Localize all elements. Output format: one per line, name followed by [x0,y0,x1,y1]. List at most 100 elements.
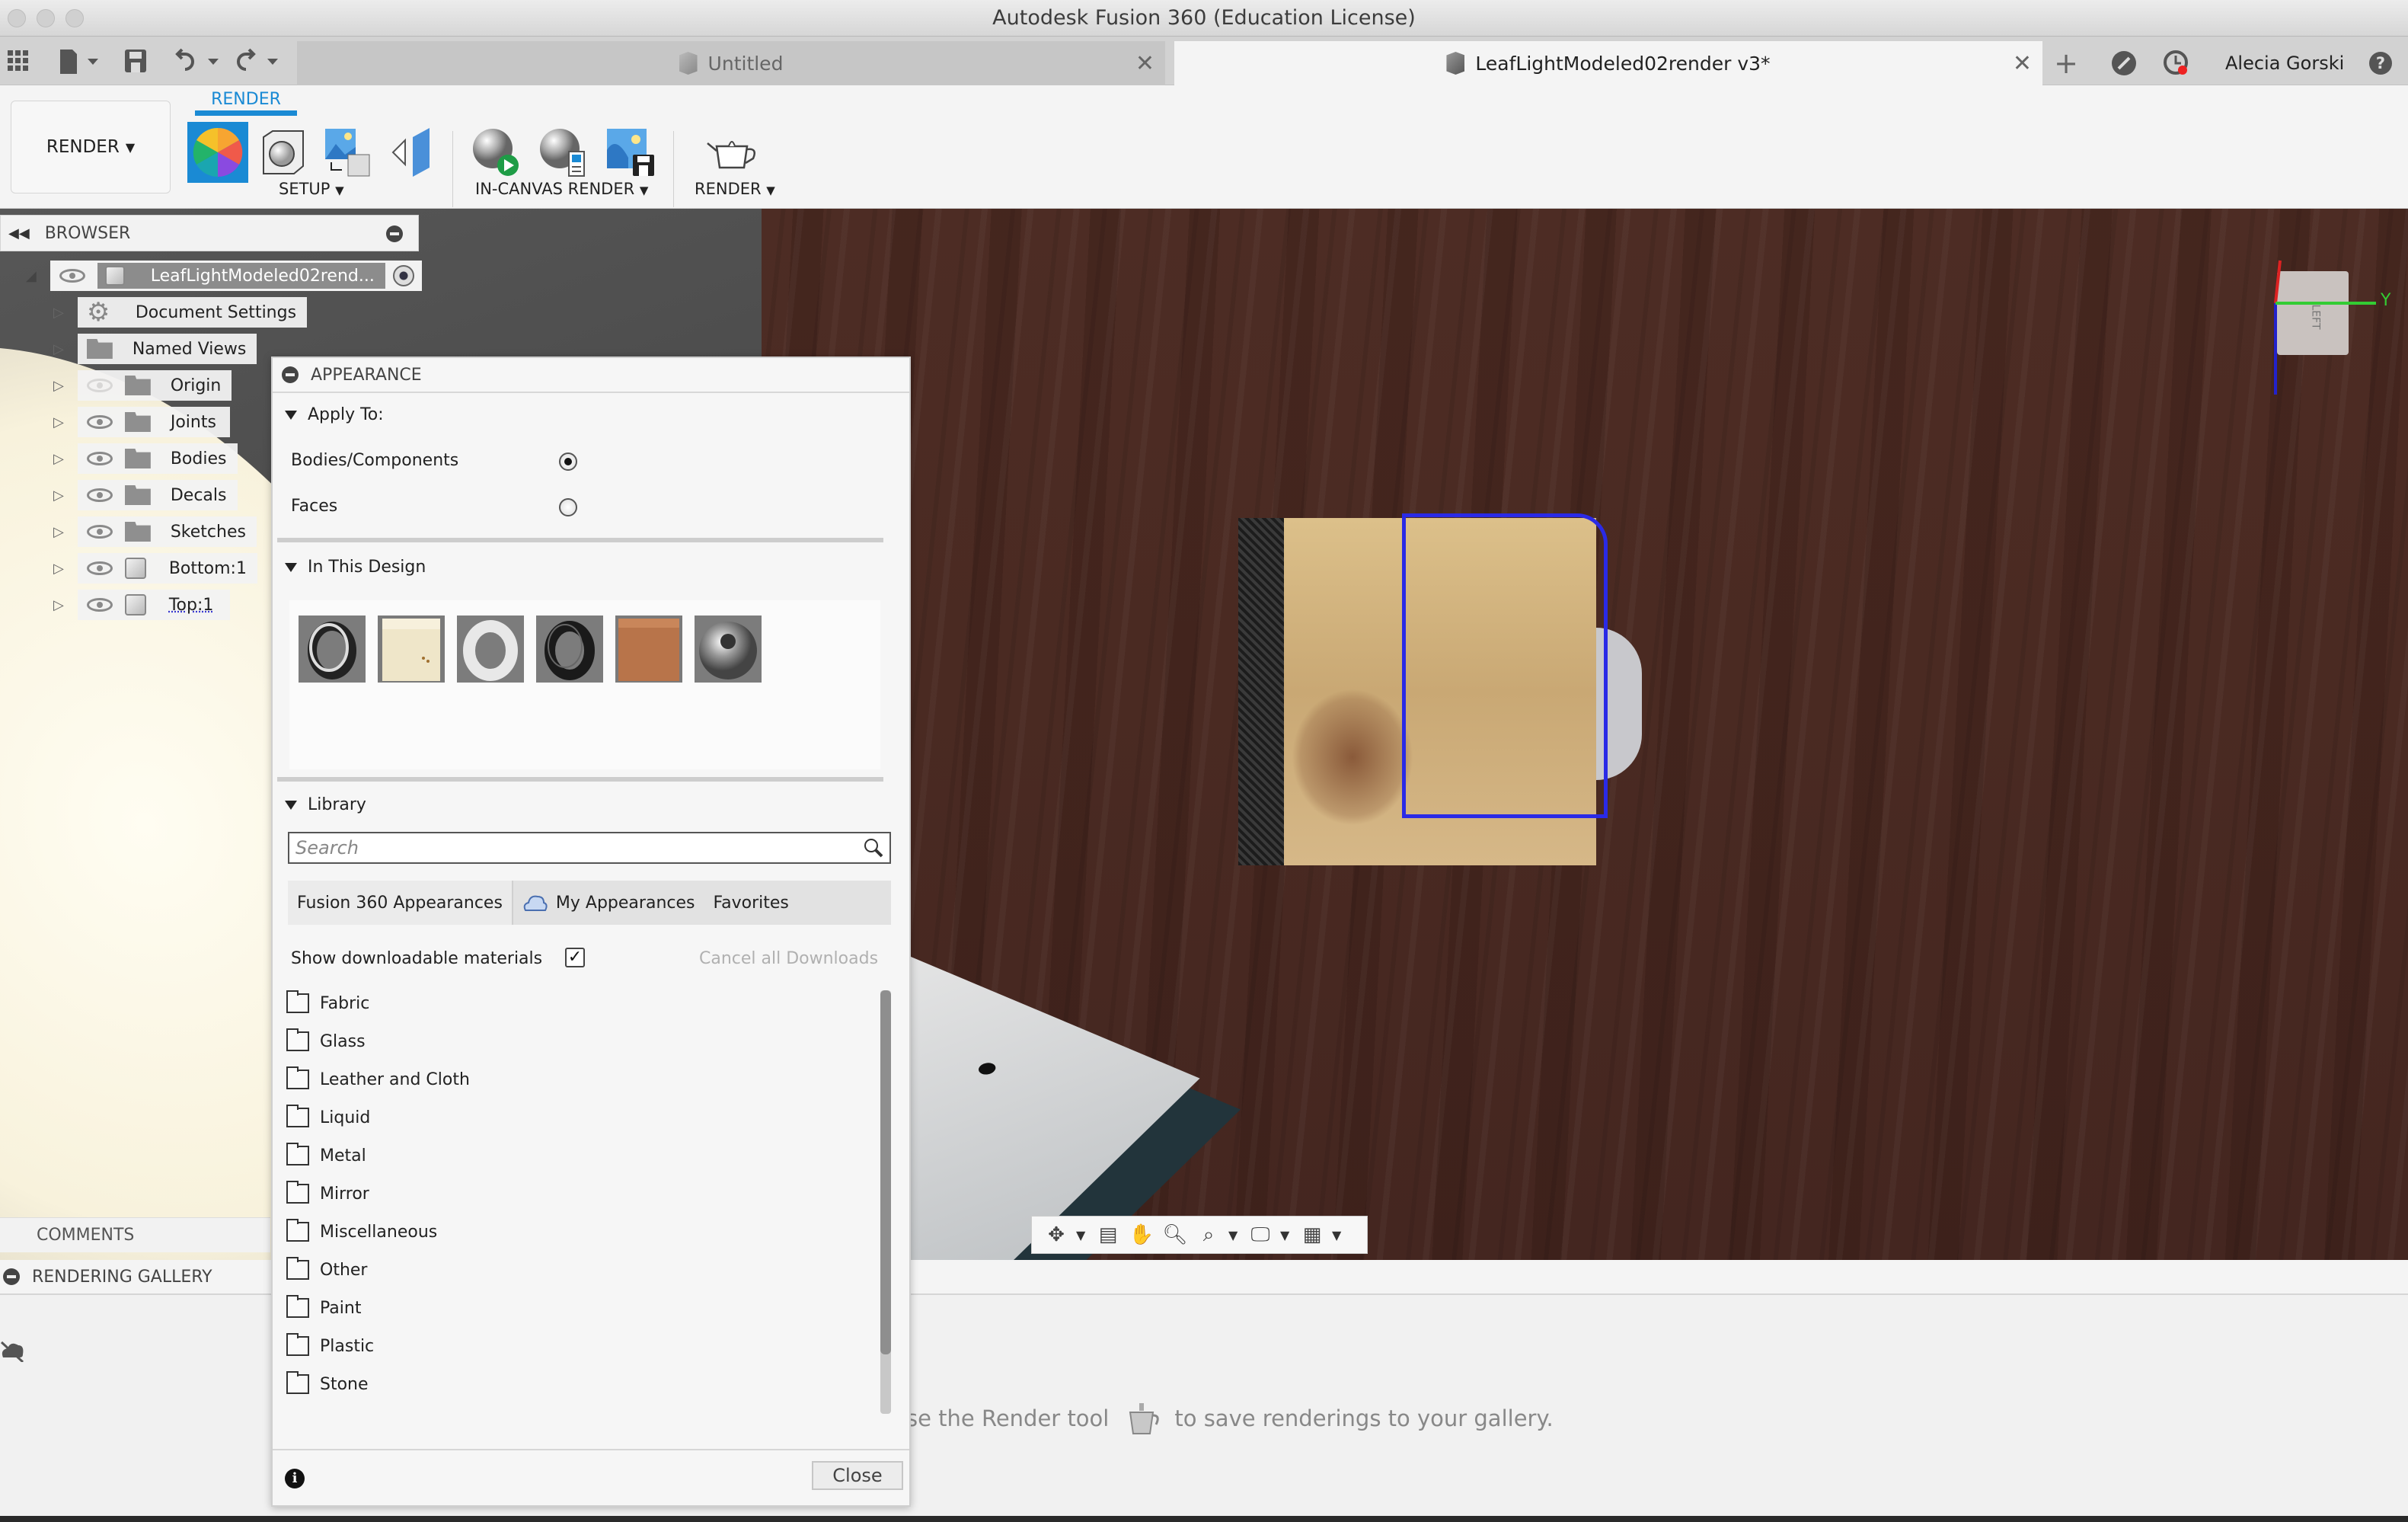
visibility-eye-icon[interactable] [86,379,113,392]
category-other[interactable]: Other [286,1251,862,1289]
new-tab-button[interactable]: + [2049,41,2084,85]
chevron-down-icon[interactable]: ▼ [1076,1228,1088,1242]
cancel-all-downloads-link[interactable]: Cancel all Downloads [699,949,878,968]
browser-item-named-views[interactable]: ▷ Named Views [53,334,257,364]
redo-button[interactable] [232,47,285,75]
in-canvas-render-button[interactable] [466,122,527,183]
job-status-icon[interactable] [2111,41,2137,85]
grid-settings-icon[interactable]: ▦ [1298,1221,1326,1249]
swatch-white-torus[interactable] [457,616,524,683]
decal-button[interactable] [381,122,442,183]
render-group-menu[interactable]: RENDER ▼ [695,180,775,198]
swatch-oak-wood[interactable] [615,616,682,683]
faces-radio[interactable] [559,498,577,516]
undo-button[interactable] [172,47,225,75]
leaf-light-model[interactable] [1238,513,1642,871]
file-menu-button[interactable] [53,47,107,75]
comments-panel-header[interactable]: COMMENTS [0,1217,270,1252]
close-tab-icon[interactable]: ✕ [2013,50,2032,77]
search-icon[interactable] [864,838,883,858]
expand-triangle-icon[interactable]: ▷ [53,561,64,577]
category-fabric[interactable]: Fabric [286,984,862,1022]
save-icon[interactable] [120,47,151,75]
browser-item-bottom-1[interactable]: ▷ Bottom:1 [53,553,257,584]
show-downloadable-checkbox[interactable]: ✓ [565,948,585,967]
orbit-icon[interactable]: ✥ [1043,1221,1070,1249]
expand-triangle-icon[interactable]: ▷ [53,305,64,321]
tab-my-appearances[interactable]: My Appearances [513,881,704,925]
visibility-eye-icon[interactable] [86,525,113,539]
collapse-triangle-icon[interactable]: ◢ [26,268,37,284]
appearance-button[interactable] [187,122,248,183]
help-icon[interactable]: ? [2368,41,2393,85]
visibility-eye-icon[interactable] [86,452,113,465]
expand-triangle-icon[interactable]: ▷ [53,488,64,504]
appearance-dialog-header[interactable]: APPEARANCE [273,358,909,393]
expand-triangle-icon[interactable]: ▷ [53,451,64,467]
browser-item-decals[interactable]: ▷ Decals [53,480,238,510]
browser-item-joints[interactable]: ▷ Joints [53,407,230,437]
fit-window-icon[interactable]: ⌕ [1195,1221,1222,1249]
chevron-down-icon[interactable]: ▼ [1228,1228,1241,1242]
scene-settings-button[interactable] [253,122,314,183]
category-miscellaneous[interactable]: Miscellaneous [286,1213,862,1251]
scrollbar-thumb[interactable] [880,990,891,1354]
visibility-eye-icon[interactable] [86,598,113,612]
tab-render[interactable]: RENDER [195,90,297,116]
tab-untitled[interactable]: Untitled ✕ [297,41,1165,85]
zoom-icon[interactable]: 🔍︎ [1161,1221,1189,1249]
visibility-eye-icon[interactable] [86,561,113,575]
category-mirror[interactable]: Mirror [286,1175,862,1213]
swatch-black-torus[interactable] [536,616,603,683]
swatch-light-wood[interactable] [378,616,445,683]
category-paint[interactable]: Paint [286,1289,862,1327]
in-this-design-section-toggle[interactable]: In This Design [285,558,426,577]
browser-root-node[interactable]: ◢ LeafLightModeled02rend... [26,261,422,291]
visibility-eye-icon[interactable] [86,488,113,502]
expand-triangle-icon[interactable]: ▷ [53,378,64,394]
browser-item-origin[interactable]: ▷ Origin [53,370,232,401]
swatch-chrome-sphere[interactable] [695,616,762,683]
expand-triangle-icon[interactable]: ▷ [53,597,64,613]
close-tab-icon[interactable]: ✕ [1135,50,1154,77]
browser-item-document-settings[interactable]: ▷ ⚙ Document Settings [53,297,308,328]
category-list-scrollbar[interactable] [880,990,891,1414]
browser-item-sketches[interactable]: ▷ Sketches [53,516,257,547]
pan-hand-icon[interactable]: ✋ [1128,1221,1155,1249]
activate-component-radio[interactable] [392,265,414,286]
expand-triangle-icon[interactable]: ▷ [53,524,64,540]
collapse-panel-icon[interactable]: ◀◀ [8,225,30,241]
expand-triangle-icon[interactable]: ▷ [53,414,64,430]
expand-triangle-icon[interactable]: ▷ [53,341,64,357]
browser-item-top-1[interactable]: ▷ Top:1 [53,590,230,620]
tab-leaflight[interactable]: LeafLightModeled02render v3* ✕ [1174,41,2042,85]
notifications-clock-icon[interactable] [2163,41,2190,85]
library-section-toggle[interactable]: Library [285,795,366,814]
category-leather-and-cloth[interactable]: Leather and Cloth [286,1060,862,1098]
category-liquid[interactable]: Liquid [286,1098,862,1137]
chevron-down-icon[interactable]: ▼ [1332,1228,1344,1242]
category-glass[interactable]: Glass [286,1022,862,1060]
visibility-eye-icon[interactable] [59,269,85,283]
user-account-menu[interactable]: Alecia Gorski [2225,41,2344,85]
apply-to-section-toggle[interactable]: Apply To: [285,405,384,424]
texture-map-controls-button[interactable] [317,122,378,183]
tab-favorites[interactable]: Favorites [704,881,797,925]
category-metal[interactable]: Metal [286,1137,862,1175]
selected-body-outline[interactable] [1402,513,1608,818]
in-canvas-render-group-menu[interactable]: IN-CANVAS RENDER ▼ [475,180,648,198]
look-at-icon[interactable]: ▤ [1094,1221,1122,1249]
view-cube[interactable]: LEFT Y [2274,257,2390,395]
collapse-gallery-icon[interactable] [3,1268,20,1285]
capture-image-button[interactable] [600,122,661,183]
render-button[interactable] [702,122,763,183]
pin-panel-icon[interactable] [386,225,403,242]
tab-fusion-360-appearances[interactable]: Fusion 360 Appearances [288,881,513,925]
display-settings-icon[interactable]: 🖵 [1247,1221,1274,1249]
chevron-down-icon[interactable]: ▼ [1280,1228,1292,1242]
info-icon[interactable]: i [285,1469,305,1488]
browser-item-bodies[interactable]: ▷ Bodies [53,443,238,474]
speaker-grille-body[interactable] [1238,518,1285,865]
swatch-chrome-torus[interactable] [299,616,366,683]
bodies-components-radio[interactable] [559,452,577,471]
